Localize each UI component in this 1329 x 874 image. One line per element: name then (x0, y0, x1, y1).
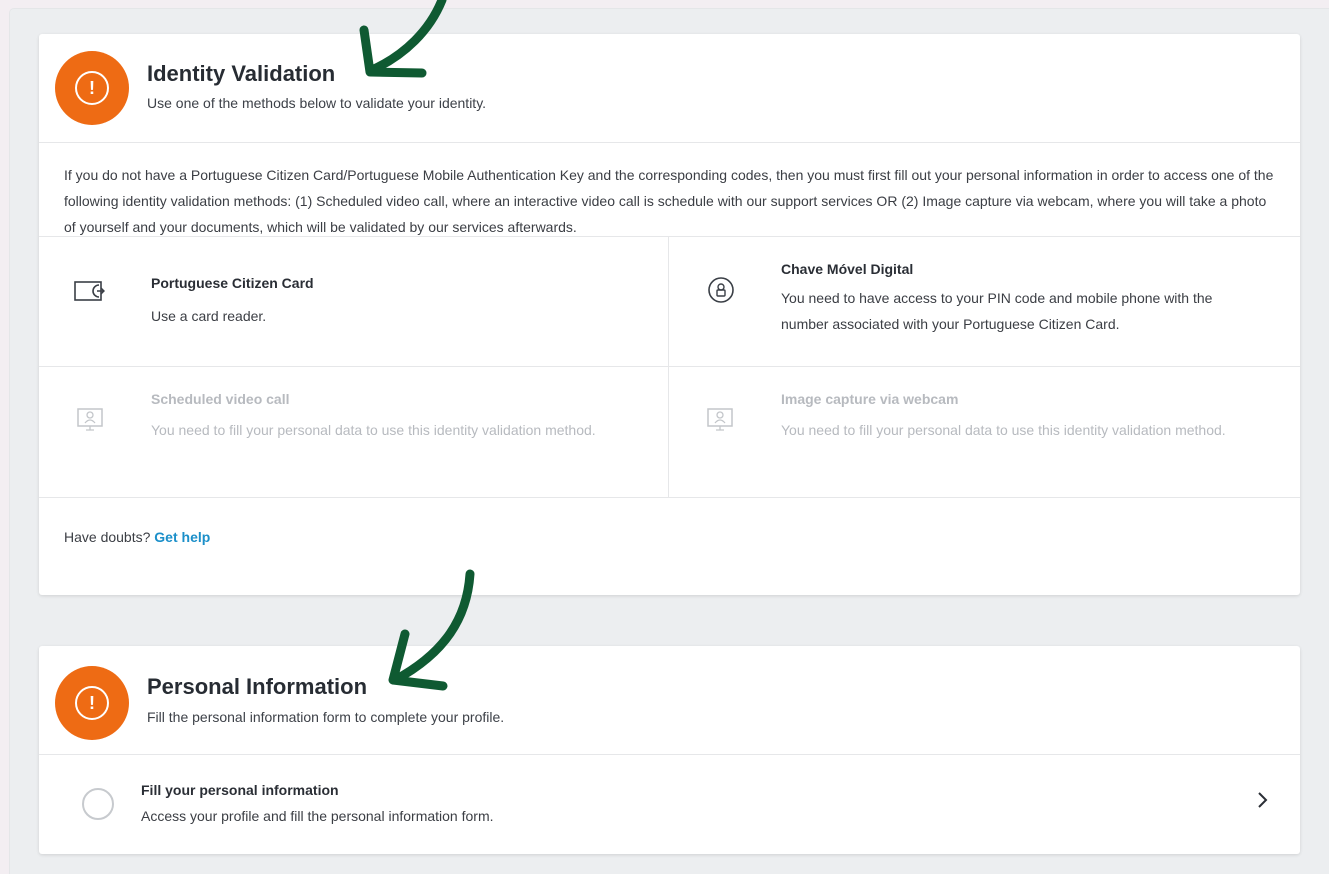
fill-personal-info-row[interactable]: Fill your personal information Access yo… (39, 755, 1300, 853)
personal-information-card: ! Personal Information Fill the personal… (39, 646, 1300, 854)
annotation-arrow-icon (388, 569, 475, 691)
help-row: Have doubts? Get help (39, 498, 1300, 578)
annotation-arrow-icon (359, 0, 447, 78)
method-scheduled-video-call: Scheduled video call You need to fill yo… (39, 367, 669, 497)
section-title: Personal Information (147, 674, 368, 699)
method-title: Scheduled video call (151, 391, 290, 407)
video-call-icon (75, 405, 107, 440)
get-help-link[interactable]: Get help (154, 529, 210, 545)
card-reader-icon (73, 277, 107, 308)
method-description: You need to fill your personal data to u… (781, 422, 1226, 438)
card-header: ! Identity Validation Use one of the met… (39, 34, 1300, 143)
method-description: You need to have access to your PIN code… (781, 290, 1213, 332)
section-subtitle: Use one of the methods below to validate… (147, 95, 487, 111)
row-description: Access your profile and fill the persona… (141, 808, 494, 824)
identity-validation-card: ! Identity Validation Use one of the met… (39, 34, 1300, 595)
method-description: You need to fill your personal data to u… (151, 422, 596, 438)
methods-grid: Portuguese Citizen Card Use a card reade… (39, 237, 1300, 498)
method-image-capture-webcam: Image capture via webcam You need to fil… (669, 367, 1300, 497)
method-citizen-card[interactable]: Portuguese Citizen Card Use a card reade… (39, 237, 669, 367)
intro-text: If you do not have a Portuguese Citizen … (39, 143, 1300, 237)
method-title: Portuguese Citizen Card (151, 275, 314, 291)
chevron-right-icon[interactable] (1256, 791, 1268, 814)
method-chave-movel-digital[interactable]: Chave Móvel Digital You need to have acc… (669, 237, 1300, 367)
card-header: ! Personal Information Fill the personal… (39, 646, 1300, 755)
webcam-icon (705, 405, 737, 440)
status-circle-icon (82, 788, 114, 820)
method-description: Use a card reader. (151, 308, 267, 324)
section-title: Identity Validation (147, 61, 336, 86)
section-subtitle: Fill the personal information form to co… (147, 709, 505, 725)
warning-icon: ! (55, 51, 129, 125)
lock-icon (706, 275, 736, 310)
method-title: Image capture via webcam (781, 391, 959, 407)
help-prefix: Have doubts? (64, 529, 151, 545)
warning-icon: ! (55, 666, 129, 740)
row-title: Fill your personal information (141, 782, 339, 798)
method-title: Chave Móvel Digital (781, 261, 914, 277)
